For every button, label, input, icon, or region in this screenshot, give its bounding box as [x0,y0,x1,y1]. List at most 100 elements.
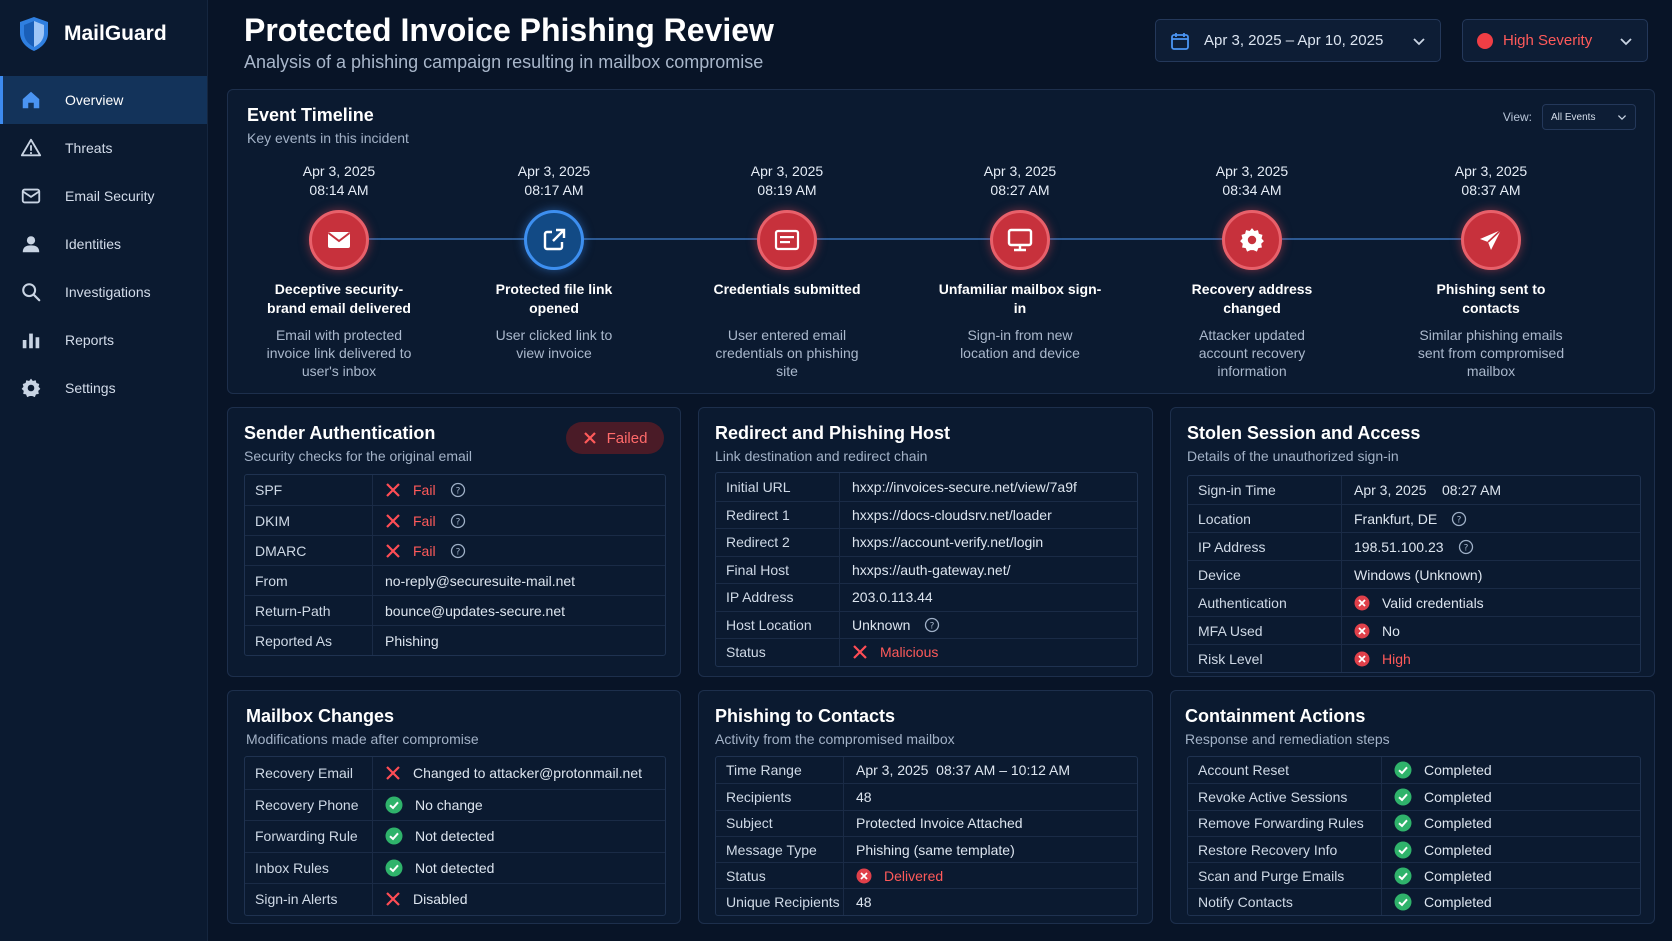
table-row: Unique Recipients 48 [716,888,1137,915]
sidebar-item-investigations[interactable]: Investigations [0,268,207,316]
help-icon[interactable]: ? [1451,511,1467,527]
page-title: Protected Invoice Phishing Review [244,12,774,48]
check-circle-icon [1394,814,1412,832]
check-circle-icon [1394,761,1412,779]
row-key: Authentication [1188,589,1342,616]
svg-text:?: ? [455,487,460,497]
panel-title: Phishing to Contacts [715,706,895,726]
x-circle-icon [1354,623,1370,638]
row-key: Time Range [716,757,844,784]
row-value: 198.51.100.23 ? [1342,539,1474,555]
row-value: Apr 3, 2025 08:37 AM – 10:12 AM [856,762,1071,779]
panel-title: Mailbox Changes [246,706,395,726]
timeline-event[interactable]: Apr 3, 2025 08:14 AM Deceptive security-… [239,162,439,380]
table-row: Initial URL hxxp://invoices-secure.net/v… [716,473,1137,501]
row-value: Fail ? [373,513,466,529]
chevron-down-icon [1617,115,1627,121]
timeline-event[interactable]: Apr 3, 2025 08:17 AM Protected file link… [454,162,654,362]
row-key: Notify Contacts [1188,889,1382,915]
date-range-picker[interactable]: Apr 3, 2025 – Apr 10, 2025 [1155,19,1441,62]
timeline-event[interactable]: Apr 3, 2025 08:37 AM Phishing sent to co… [1391,162,1591,380]
help-icon[interactable]: ? [450,543,466,559]
row-value: Completed [1382,814,1492,832]
panel-title: Redirect and Phishing Host [715,423,951,443]
panel-title: Sender Authentication [244,423,436,443]
row-value-text: Completed [1424,867,1492,884]
row-value: Phishing (same template) [856,841,1015,858]
row-key: Recovery Email [245,757,373,789]
sidebar-item-threats[interactable]: Threats [0,124,207,172]
row-value: Frankfurt, DE ? [1342,511,1467,527]
row-key: DKIM [245,506,373,535]
x-icon [386,543,400,558]
event-time: 08:19 AM [757,182,817,198]
help-icon[interactable]: ? [450,482,466,498]
help-icon[interactable]: ? [924,617,940,633]
row-key: Recipients [716,784,844,810]
row-value: hxxp://invoices-secure.net/view/7a9f [852,478,1077,495]
event-time: 08:14 AM [309,182,369,198]
row-key: Subject [716,810,844,836]
sender-auth-table: SPF Fail ? DKIM Fail ? DMARC Fail ? From… [244,474,666,656]
row-key: SPF [245,475,373,505]
table-row: SPF Fail ? [245,475,665,505]
table-row: Time Range Apr 3, 2025 08:37 AM – 10:12 … [716,757,1137,784]
table-row: MFA Used No [1188,616,1640,644]
row-value-text: Unknown [852,616,911,633]
row-value: Apr 3, 2025 08:27 AM [1354,482,1502,498]
table-row: Final Host hxxps://auth-gateway.net/ [716,555,1137,583]
table-row: DMARC Fail ? [245,535,665,565]
event-title: Protected file link opened [495,281,613,316]
event-title: Credentials submitted [713,281,861,297]
x-icon [583,432,596,444]
row-value-text: Completed [1424,788,1492,805]
row-value-text: Completed [1424,762,1492,779]
page-header: Protected Invoice Phishing Review Analys… [244,10,774,73]
sender-authentication-panel: Sender Authentication Security checks fo… [227,407,681,677]
row-value: 203.0.113.44 [852,589,933,606]
table-row: Account Reset Completed [1188,757,1640,784]
row-value: Valid credentials [1342,595,1484,611]
session-table: Sign-in Time Apr 3, 2025 08:27 AM Locati… [1187,475,1641,673]
severity-dropdown[interactable]: High Severity [1462,19,1648,62]
table-row: Location Frankfurt, DE ? [1188,504,1640,532]
row-key: Sign-in Alerts [245,884,373,915]
row-value-text: Not detected [415,828,495,845]
warning-icon [20,137,42,159]
row-value-text: Completed [1424,841,1492,858]
date-range-value: Apr 3, 2025 – Apr 10, 2025 [1204,32,1384,49]
containment-table: Account Reset Completed Revoke Active Se… [1187,756,1641,916]
sidebar-item-settings[interactable]: Settings [0,364,207,412]
sidebar-item-reports[interactable]: Reports [0,316,207,364]
table-row: Recovery Email Changed to attacker@proto… [245,757,665,789]
sidebar-item-label: Settings [65,380,116,396]
table-row: Redirect 2 hxxps://account-verify.net/lo… [716,528,1137,556]
sidebar-item-overview[interactable]: Overview [0,76,207,124]
timeline-event[interactable]: Apr 3, 2025 08:19 AM Credentials submitt… [687,162,887,380]
table-row: Restore Recovery Info Completed [1188,835,1640,863]
x-icon [853,645,867,660]
row-value: Completed [1382,867,1492,885]
timeline-event[interactable]: Apr 3, 2025 08:34 AM Recovery address ch… [1152,162,1352,380]
view-select[interactable]: All Events [1542,104,1636,130]
row-value: No change [373,796,483,814]
event-time: 08:27 AM [990,182,1050,198]
brand[interactable]: MailGuard [0,0,207,68]
row-value: High [1342,651,1411,667]
check-circle-icon [1394,841,1412,859]
sidebar-item-identities[interactable]: Identities [0,220,207,268]
containment-actions-panel: Containment Actions Response and remedia… [1170,690,1655,924]
event-description: User entered email credentials on phishi… [715,327,859,379]
row-key: Location [1188,505,1342,532]
help-icon[interactable]: ? [1458,539,1474,555]
sidebar-item-email-security[interactable]: Email Security [0,172,207,220]
timeline-event[interactable]: Apr 3, 2025 08:27 AM Unfamiliar mailbox … [920,162,1120,362]
row-value: no-reply@securesuite-mail.net [385,572,576,589]
row-key: Initial URL [716,473,840,501]
row-value: Fail ? [373,543,466,559]
table-row: Recovery Phone No change [245,788,665,820]
row-value-text: Frankfurt, DE [1354,510,1438,527]
help-icon[interactable]: ? [450,513,466,529]
x-circle-icon [1354,595,1370,610]
svg-text:?: ? [455,517,460,527]
